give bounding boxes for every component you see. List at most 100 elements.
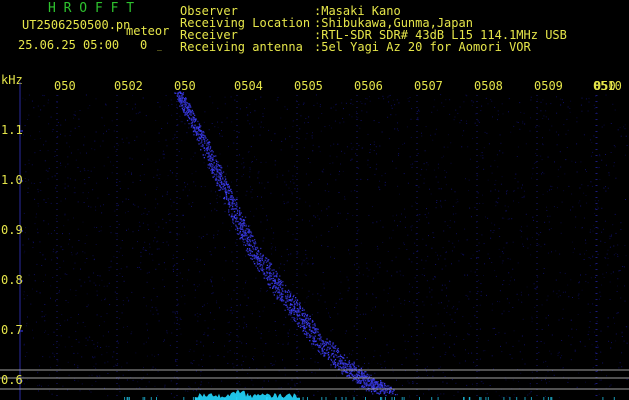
- noise-speck: [376, 221, 378, 223]
- noise-speck: [62, 233, 63, 235]
- noise-speck: [39, 182, 41, 184]
- echo-pixel: [224, 187, 226, 189]
- noise-speck: [192, 156, 194, 157]
- noise-speck: [361, 103, 363, 104]
- noise-speck: [411, 336, 413, 338]
- noise-speck: [507, 258, 509, 260]
- noise-speck: [366, 98, 368, 100]
- noise-speck: [100, 316, 102, 318]
- noise-speck: [84, 243, 86, 244]
- noise-speck: [373, 356, 375, 358]
- noise-speck: [559, 253, 561, 255]
- noise-speck: [487, 103, 489, 105]
- noise-speck: [444, 199, 446, 201]
- noise-speck: [311, 135, 313, 137]
- noise-speck: [164, 384, 166, 386]
- echo-pixel: [271, 269, 273, 271]
- noise-speck: [516, 293, 518, 295]
- noise-speck: [108, 346, 110, 348]
- noise-speck: [101, 117, 103, 119]
- noise-speck: [506, 395, 508, 397]
- noise-speck: [548, 324, 549, 326]
- noise-speck: [182, 259, 184, 260]
- noise-speck: [438, 188, 440, 190]
- echo-pixel: [216, 163, 218, 165]
- noise-speck: [491, 355, 493, 357]
- noise-speck: [423, 275, 425, 277]
- noise-speck: [204, 216, 206, 218]
- noise-speck: [589, 311, 591, 313]
- noise-speck: [123, 304, 125, 306]
- noise-speck: [480, 291, 482, 293]
- noise-speck: [277, 392, 279, 394]
- noise-speck: [245, 194, 247, 196]
- echo-pixel: [207, 145, 210, 147]
- echo-pixel: [208, 149, 211, 151]
- noise-speck: [446, 171, 448, 173]
- noise-speck: [275, 246, 276, 248]
- noise-speck: [209, 355, 211, 357]
- noise-speck: [447, 225, 449, 226]
- noise-speck: [191, 173, 193, 175]
- noise-speck: [499, 290, 501, 292]
- noise-speck: [170, 231, 172, 233]
- noise-speck: [546, 210, 548, 211]
- echo-pixel: [190, 114, 192, 116]
- noise-speck: [42, 94, 44, 96]
- noise-speck: [271, 364, 273, 366]
- noise-speck: [213, 328, 215, 330]
- noise-speck: [231, 298, 232, 300]
- noise-speck: [128, 171, 130, 173]
- echo-pixel: [356, 373, 358, 375]
- noise-speck: [60, 133, 61, 135]
- noise-speck: [497, 202, 499, 204]
- echo-pixel: [293, 308, 296, 310]
- noise-speck: [600, 379, 602, 381]
- noise-speck: [392, 371, 394, 373]
- echo-pixel: [211, 171, 213, 173]
- noise-speck: [411, 205, 413, 207]
- noise-speck: [186, 279, 188, 281]
- noise-speck: [50, 116, 52, 118]
- echo-pixel: [286, 291, 288, 293]
- noise-speck: [597, 253, 599, 255]
- echo-pixel: [275, 288, 277, 290]
- noise-speck: [290, 318, 292, 320]
- noise-speck: [210, 280, 212, 282]
- noise-speck: [409, 396, 411, 398]
- noise-speck: [95, 131, 97, 133]
- echo-pixel: [322, 352, 324, 354]
- noise-speck: [156, 309, 158, 311]
- echo-pixel: [225, 192, 227, 194]
- noise-speck: [315, 94, 317, 96]
- noise-speck: [610, 273, 612, 275]
- noise-speck: [623, 126, 625, 128]
- noise-speck: [117, 340, 119, 342]
- echo-pixel: [341, 367, 343, 369]
- noise-speck: [85, 94, 87, 96]
- echo-pixel: [267, 279, 269, 281]
- noise-speck: [369, 149, 371, 151]
- noise-speck: [601, 231, 603, 233]
- noise-speck: [571, 193, 573, 195]
- noise-speck: [249, 176, 251, 178]
- echo-pixel: [290, 293, 292, 295]
- noise-speck: [623, 340, 625, 342]
- echo-pixel: [210, 150, 212, 153]
- noise-speck: [113, 130, 115, 132]
- noise-speck: [505, 342, 507, 344]
- noise-speck: [451, 188, 453, 190]
- noise-speck: [143, 212, 145, 214]
- noise-speck: [337, 313, 339, 315]
- noise-speck: [119, 318, 121, 320]
- noise-speck: [410, 118, 412, 120]
- noise-speck: [446, 382, 448, 384]
- noise-speck: [199, 271, 201, 273]
- noise-speck: [207, 166, 209, 168]
- noise-speck: [435, 128, 437, 130]
- noise-speck: [210, 281, 212, 283]
- noise-speck: [517, 181, 519, 183]
- noise-speck: [385, 367, 386, 369]
- echo-pixel: [288, 307, 290, 309]
- noise-speck: [227, 351, 229, 353]
